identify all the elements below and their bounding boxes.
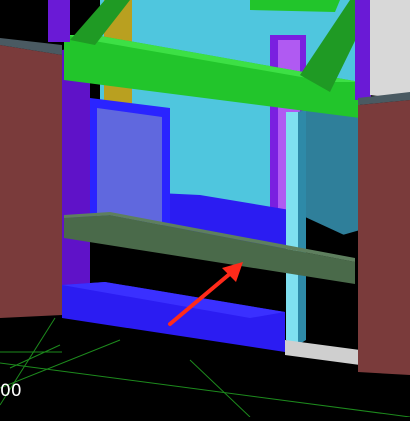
violet-block-top-right [355, 0, 371, 100]
left-violet-post [62, 45, 90, 310]
window-glass [97, 108, 162, 228]
left-brick-wall [0, 45, 62, 318]
right-brick-wall [358, 100, 410, 375]
cad-3d-viewport[interactable]: 00 [0, 0, 410, 418]
right-cyan-column-edge [298, 110, 306, 345]
dimension-label: 00 [0, 381, 22, 401]
roof-beam-top [250, 0, 340, 12]
right-cyan-column [286, 112, 298, 345]
right-white-column [370, 0, 410, 100]
violet-block-top-left [48, 0, 70, 42]
